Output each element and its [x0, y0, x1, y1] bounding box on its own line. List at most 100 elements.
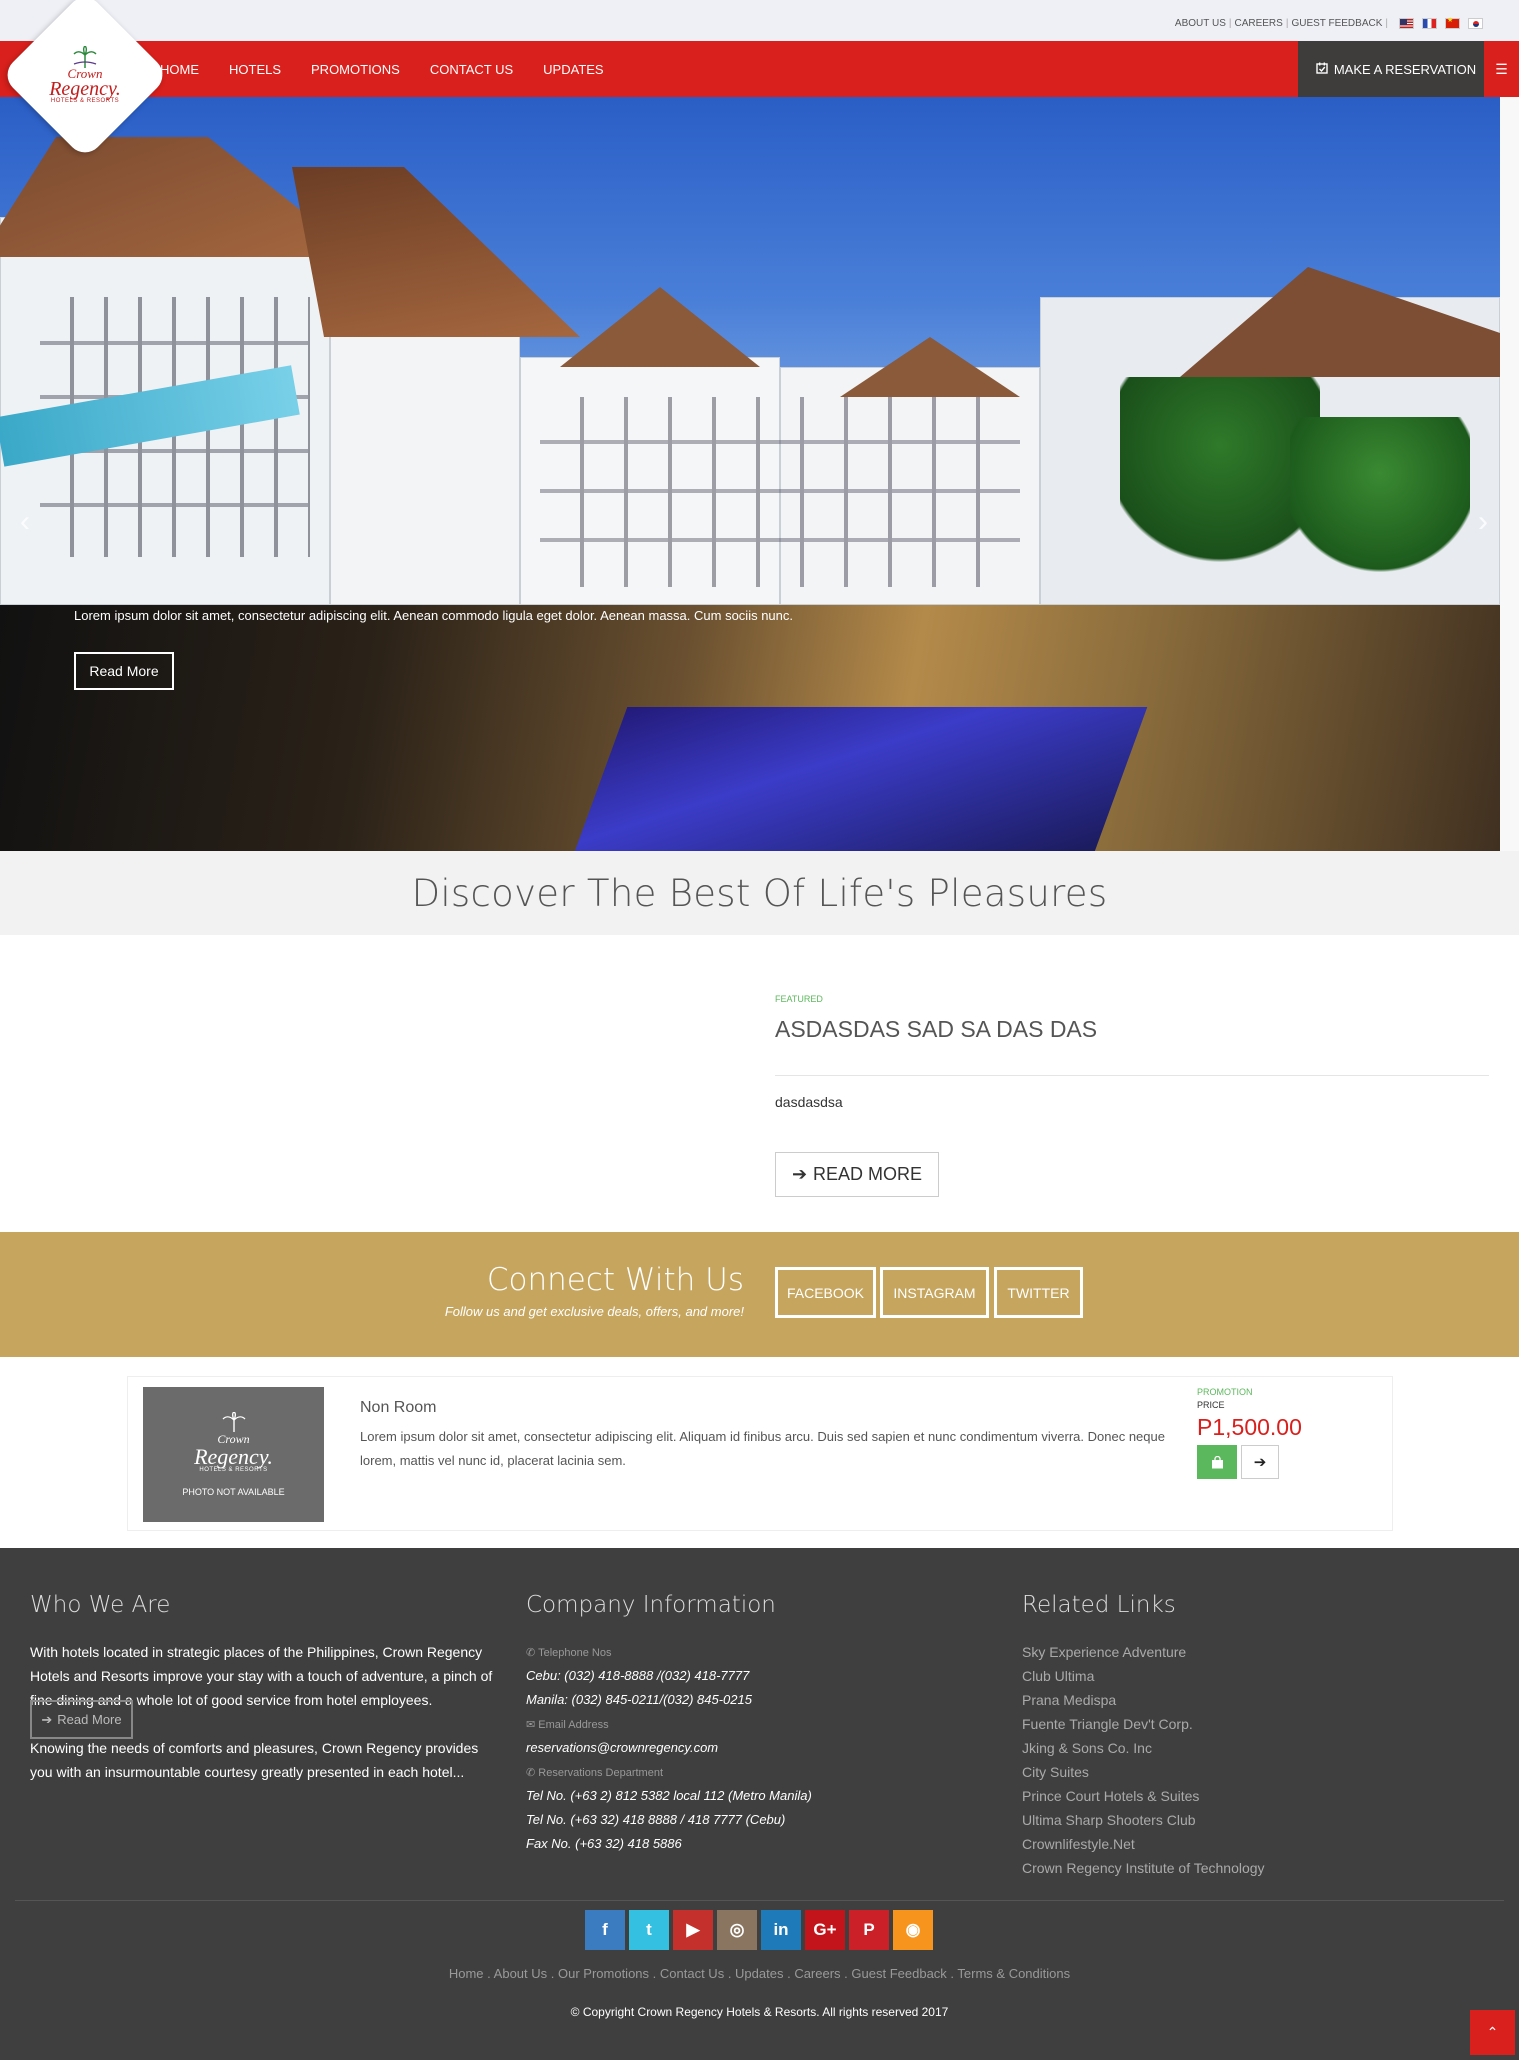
- related-link[interactable]: Ultima Sharp Shooters Club: [1022, 1812, 1196, 1828]
- related-link[interactable]: Jking & Sons Co. Inc: [1022, 1740, 1152, 1756]
- palm-tree-logo-icon: [222, 1412, 245, 1432]
- arrow-right-icon: ➔: [791, 1164, 808, 1184]
- reservations-tel-manila: Tel No. (+63 2) 812 5382 local 112 (Metr…: [526, 1788, 812, 1803]
- footer-link-contact-us[interactable]: Contact Us: [660, 1966, 724, 1981]
- linkedin-icon[interactable]: in: [761, 1910, 801, 1950]
- pinterest-icon[interactable]: P: [849, 1910, 889, 1950]
- manila-telephone: Manila: (032) 845-0211/(032) 845-0215: [526, 1692, 752, 1707]
- footer-link-home[interactable]: Home: [449, 1966, 484, 1981]
- nav-promotions[interactable]: PROMOTIONS: [311, 62, 400, 77]
- palm-tree-logo-icon: [73, 46, 97, 68]
- promotion-tag: PROMOTION: [1197, 1387, 1253, 1397]
- careers-link[interactable]: CAREERS: [1234, 18, 1282, 29]
- related-link[interactable]: Crownlifestyle.Net: [1022, 1836, 1135, 1852]
- make-reservation-label: MAKE A RESERVATION: [1333, 61, 1477, 77]
- china-flag-icon[interactable]: [1445, 16, 1460, 29]
- related-link[interactable]: Crown Regency Institute of Technology: [1022, 1860, 1265, 1876]
- nav-updates[interactable]: UPDATES: [543, 62, 603, 77]
- logo[interactable]: Crown Regency. HOTELS & RESORTS: [25, 30, 145, 120]
- promotion-title[interactable]: Non Room: [360, 1399, 436, 1417]
- arrow-right-icon[interactable]: ➔: [1241, 1445, 1279, 1479]
- twitter-button[interactable]: TWITTER: [994, 1267, 1083, 1318]
- slider-prev-arrow-icon[interactable]: ‹: [20, 505, 30, 539]
- placeholder-hotels-text: HOTELS & RESORTS: [199, 1467, 268, 1473]
- hero-image-top: [0, 97, 1500, 605]
- connect-section: Connect With Us Follow us and get exclus…: [0, 1232, 1519, 1357]
- twitter-icon[interactable]: t: [629, 1910, 669, 1950]
- reservations-tel-cebu: Tel No. (+63 32) 418 8888 / 418 7777 (Ce…: [526, 1812, 786, 1827]
- related-link[interactable]: Sky Experience Adventure: [1022, 1644, 1186, 1660]
- connect-title: Connect With Us: [486, 1262, 744, 1298]
- youtube-icon[interactable]: ▶: [673, 1910, 713, 1950]
- related-link[interactable]: Fuente Triangle Dev't Corp.: [1022, 1716, 1193, 1732]
- back-to-top-icon[interactable]: ⌃: [1470, 2010, 1515, 2055]
- footer-link-terms[interactable]: Terms & Conditions: [957, 1966, 1070, 1981]
- telephone-label-text: Telephone Nos: [538, 1647, 612, 1659]
- reservations-label-text: Reservations Department: [538, 1767, 664, 1779]
- top-links: ABOUT US | CAREERS | GUEST FEEDBACK |: [1175, 16, 1483, 29]
- footer-read-more-label: Read More: [57, 1712, 122, 1727]
- footer-link-guest-feedback[interactable]: Guest Feedback: [851, 1966, 946, 1981]
- footer-link-promotions[interactable]: Our Promotions: [558, 1966, 649, 1981]
- nav-hotels[interactable]: HOTELS: [229, 62, 281, 77]
- featured-title: ASDASDAS SAD SA DAS DAS: [775, 1016, 1098, 1042]
- nav-home[interactable]: HOME: [160, 62, 199, 77]
- slider-next-arrow-icon[interactable]: ›: [1478, 505, 1488, 539]
- featured-read-more-button[interactable]: ➔ READ MORE: [775, 1152, 939, 1197]
- instagram-icon[interactable]: ◎: [717, 1910, 757, 1950]
- promotion-image-placeholder[interactable]: Crown Regency. HOTELS & RESORTS PHOTO NO…: [143, 1387, 324, 1522]
- footer-link-careers[interactable]: Careers: [794, 1966, 840, 1981]
- hamburger-menu-icon[interactable]: ☰: [1484, 41, 1519, 97]
- page-scrollbar[interactable]: [1500, 97, 1519, 851]
- shopping-bag-icon[interactable]: [1197, 1445, 1237, 1479]
- hero-read-more-button[interactable]: Read More: [74, 652, 174, 690]
- footer-link-updates[interactable]: Updates: [735, 1966, 783, 1981]
- rss-icon[interactable]: ◉: [893, 1910, 933, 1950]
- hero-slider: ‹ › Lorem ipsum dolor sit amet, consecte…: [0, 97, 1500, 851]
- placeholder-regency-text: Regency.: [194, 1444, 273, 1469]
- korea-flag-icon[interactable]: [1468, 18, 1483, 29]
- reservations-fax: Fax No. (+63 32) 418 5886: [526, 1836, 682, 1851]
- connect-subtitle: Follow us and get exclusive deals, offer…: [444, 1304, 744, 1319]
- envelope-icon: ✉: [526, 1719, 539, 1731]
- related-link[interactable]: Club Ultima: [1022, 1668, 1094, 1684]
- discover-banner: Discover The Best Of Life's Pleasures: [0, 851, 1519, 935]
- footer-divider: [15, 1900, 1504, 1901]
- promotion-description: Lorem ipsum dolor sit amet, consectetur …: [360, 1429, 1165, 1468]
- featured-divider: [775, 1075, 1489, 1076]
- facebook-icon[interactable]: f: [585, 1910, 625, 1950]
- phone-icon: ✆: [526, 1647, 539, 1659]
- hero-caption: Lorem ipsum dolor sit amet, consectetur …: [74, 608, 793, 623]
- guest-feedback-link[interactable]: GUEST FEEDBACK: [1291, 18, 1382, 29]
- reservations-label: ✆ Reservations Department: [526, 1766, 663, 1779]
- about-us-link[interactable]: ABOUT US: [1175, 18, 1226, 29]
- us-flag-icon[interactable]: [1399, 18, 1414, 29]
- pool-illustration: [572, 707, 1148, 851]
- email-label-text: Email Address: [538, 1719, 609, 1731]
- photo-not-available-text: PHOTO NOT AVAILABLE: [182, 1487, 285, 1497]
- footer-link-about-us[interactable]: About Us: [494, 1966, 547, 1981]
- email-address[interactable]: reservations@crownregency.com: [526, 1740, 718, 1755]
- make-reservation-button[interactable]: MAKE A RESERVATION: [1298, 41, 1494, 97]
- price-label: PRICE: [1197, 1400, 1225, 1410]
- related-link[interactable]: Prana Medispa: [1022, 1692, 1116, 1708]
- featured-tag: FEATURED: [775, 994, 823, 1004]
- nav-contact-us[interactable]: CONTACT US: [430, 62, 513, 77]
- footer: [0, 1548, 1519, 2060]
- logo-hotels-text: HOTELS & RESORTS: [50, 98, 120, 104]
- footer-read-more-button[interactable]: ➔ Read More: [30, 1700, 133, 1739]
- footer-nav: Home . About Us . Our Promotions . Conta…: [448, 1966, 1071, 1981]
- promotion-price: P1,500.00: [1197, 1414, 1302, 1440]
- instagram-button[interactable]: INSTAGRAM: [880, 1267, 989, 1318]
- related-link[interactable]: Prince Court Hotels & Suites: [1022, 1788, 1199, 1804]
- telephone-label: ✆ Telephone Nos: [526, 1646, 611, 1659]
- france-flag-icon[interactable]: [1422, 18, 1437, 29]
- arrow-right-icon: ➔: [41, 1711, 53, 1727]
- copyright: © Copyright Crown Regency Hotels & Resor…: [570, 2005, 949, 2019]
- featured-read-more-label: READ MORE: [813, 1164, 923, 1184]
- featured-description: dasdasdsa: [775, 1094, 843, 1110]
- facebook-button[interactable]: FACEBOOK: [775, 1267, 876, 1318]
- related-link[interactable]: City Suites: [1022, 1764, 1089, 1780]
- google-plus-icon[interactable]: G+: [805, 1910, 845, 1950]
- main-navigation: HOME HOTELS PROMOTIONS CONTACT US UPDATE…: [0, 41, 1519, 97]
